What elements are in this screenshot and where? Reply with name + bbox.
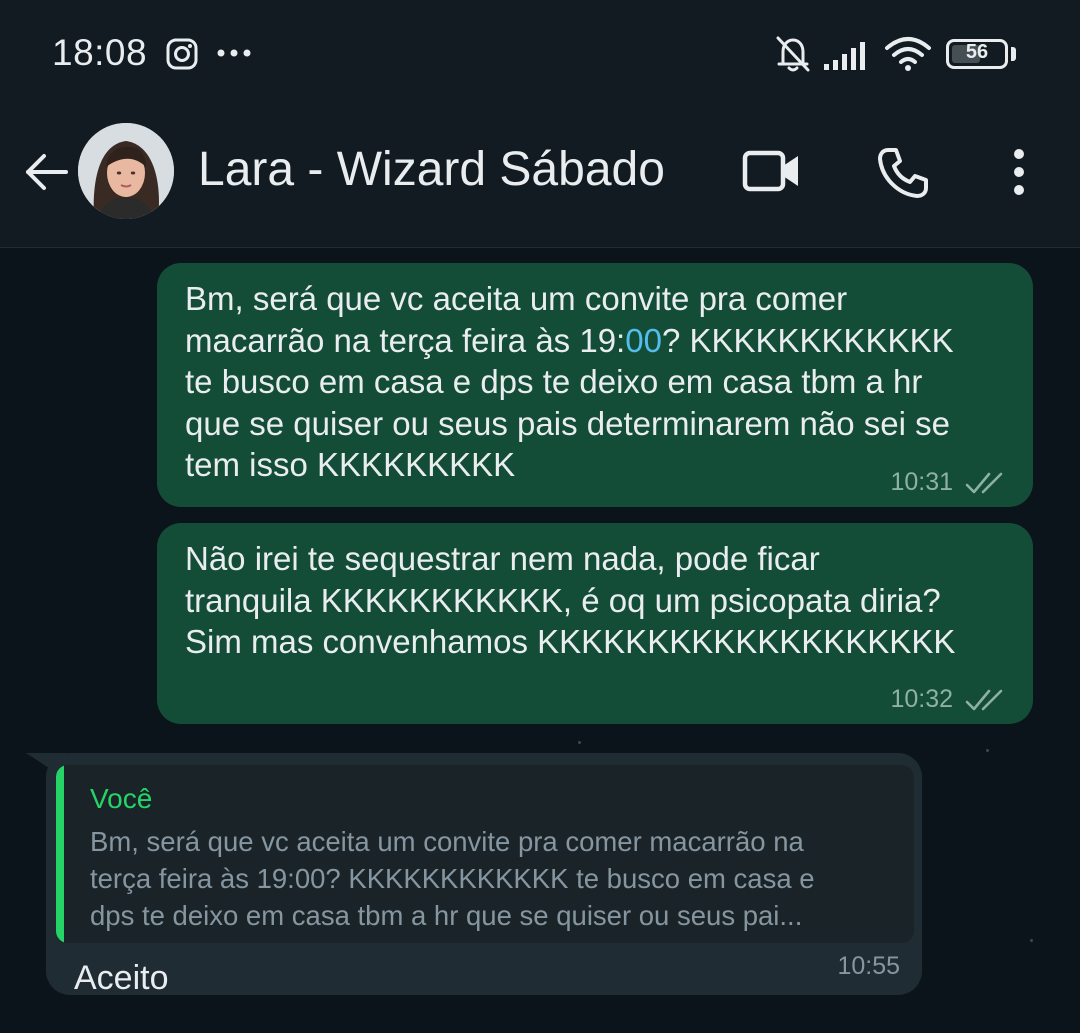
wallpaper-speck	[1030, 939, 1033, 942]
voice-call-icon[interactable]	[876, 146, 930, 200]
bell-off-icon	[776, 36, 810, 72]
double-check-icon	[965, 689, 1003, 710]
whatsapp-chat-screen: 18:08 56 Lara - Wizard Sábado Bm, será q…	[0, 0, 1080, 1033]
more-vert-icon[interactable]	[1006, 146, 1032, 198]
message-time: 10:31	[890, 468, 953, 496]
message-bubble-outgoing[interactable]: Bm, será que vc aceita um convite pra co…	[157, 263, 1033, 507]
instagram-icon	[166, 38, 198, 70]
wallpaper-speck	[986, 749, 989, 752]
message-text: Bm, será que vc aceita um convite pra co…	[185, 278, 1015, 486]
status-time: 18:08	[52, 32, 148, 73]
message-meta: 10:32	[890, 685, 1009, 714]
battery-tip	[1011, 47, 1016, 61]
message-time: 10:32	[890, 685, 953, 713]
contact-name[interactable]: Lara - Wizard Sábado	[198, 142, 665, 197]
message-time-link[interactable]: 00	[625, 322, 662, 359]
wallpaper-speck	[578, 741, 581, 744]
avatar-image	[78, 123, 174, 219]
video-call-icon[interactable]	[742, 148, 802, 194]
quote-accent-bar	[56, 765, 64, 943]
more-notifications-icon	[217, 49, 251, 57]
back-arrow-icon[interactable]	[22, 148, 70, 196]
message-bubble-incoming[interactable]: Você Bm, será que vc aceita um convite p…	[46, 753, 922, 997]
quote-text: Bm, será que vc aceita um convite pra co…	[90, 826, 815, 931]
message-bubble-outgoing[interactable]: Não irei te sequestrar nem nada, pode fi…	[157, 523, 1033, 724]
battery-level: 56	[965, 41, 989, 63]
message-text: Não irei te sequestrar nem nada, pode fi…	[185, 540, 956, 660]
status-bar: 18:08 56	[0, 0, 1080, 110]
signal-icon	[824, 42, 865, 70]
wifi-icon	[885, 37, 931, 71]
message-text: Aceito	[74, 959, 169, 997]
quote-author: Você	[90, 783, 153, 814]
avatar[interactable]	[78, 123, 174, 219]
double-check-icon	[965, 472, 1003, 493]
chat-area[interactable]: Bm, será que vc aceita um convite pra co…	[0, 249, 1080, 1033]
chat-header: Lara - Wizard Sábado	[0, 110, 1080, 248]
quoted-message[interactable]: Você Bm, será que vc aceita um convite p…	[56, 765, 914, 943]
message-meta: 10:31	[890, 468, 1009, 497]
message-time: 10:55	[837, 952, 900, 980]
battery-icon: 56	[946, 39, 1008, 69]
